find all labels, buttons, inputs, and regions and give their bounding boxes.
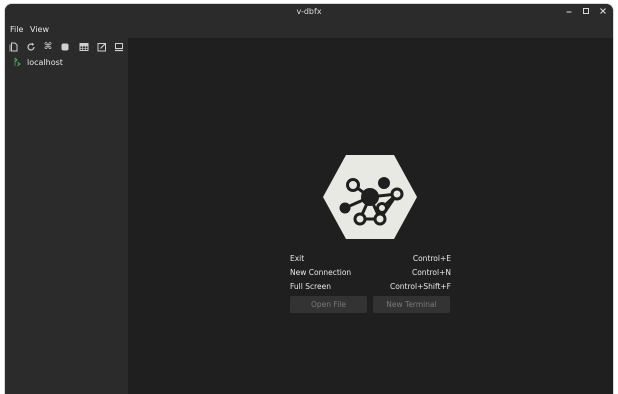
tree-item-localhost[interactable]: localhost — [14, 56, 63, 68]
title-bar: v-dbfx — [5, 4, 613, 23]
command-button[interactable]: ⌘ — [41, 40, 55, 54]
close-button[interactable] — [597, 7, 609, 19]
maximize-button[interactable] — [580, 7, 592, 19]
minimize-button[interactable] — [563, 7, 575, 19]
terminal-icon — [115, 43, 123, 52]
new-terminal-button[interactable]: New Terminal — [373, 296, 450, 313]
shortcut-full-screen: Full Screen Control+Shift+F — [290, 282, 451, 293]
new-file-icon — [9, 42, 18, 52]
refresh-button[interactable] — [24, 40, 38, 54]
shortcut-label: Exit — [290, 254, 305, 263]
new-file-button[interactable] — [7, 40, 21, 54]
shortcut-key: Control+E — [412, 254, 451, 263]
refresh-icon — [27, 42, 35, 51]
maximize-icon — [583, 8, 589, 14]
shortcut-exit: Exit Control+E — [290, 254, 451, 265]
shortcut-label: Full Screen — [290, 282, 331, 291]
command-icon: ⌘ — [43, 42, 53, 52]
minimize-icon — [566, 11, 572, 13]
tree-item-label: localhost — [27, 57, 63, 67]
app-window: v-dbfx File View ⌘ localhost Exit Contro… — [5, 4, 613, 394]
close-icon — [600, 8, 606, 14]
menu-file[interactable]: File — [10, 25, 23, 34]
main-panel: Exit Control+E New Connection Control+N … — [128, 38, 613, 394]
edit-button[interactable] — [95, 40, 109, 54]
shortcut-new-connection: New Connection Control+N — [290, 268, 451, 279]
server-icon — [14, 57, 21, 67]
open-file-button[interactable]: Open File — [290, 296, 367, 313]
stop-button[interactable] — [58, 40, 72, 54]
menu-view[interactable]: View — [30, 25, 49, 34]
terminal-button[interactable] — [112, 40, 126, 54]
shortcut-key: Control+Shift+F — [389, 282, 451, 291]
edit-icon — [97, 43, 106, 52]
menu-bar: File View — [5, 23, 613, 38]
sidebar: ⌘ localhost — [5, 38, 128, 394]
table-button[interactable] — [77, 40, 91, 54]
shortcut-key: Control+N — [411, 268, 451, 277]
shortcut-label: New Connection — [290, 268, 352, 277]
table-icon — [79, 43, 89, 51]
stop-icon — [61, 43, 69, 51]
window-title: v-dbfx — [296, 7, 322, 16]
app-logo — [323, 155, 417, 239]
